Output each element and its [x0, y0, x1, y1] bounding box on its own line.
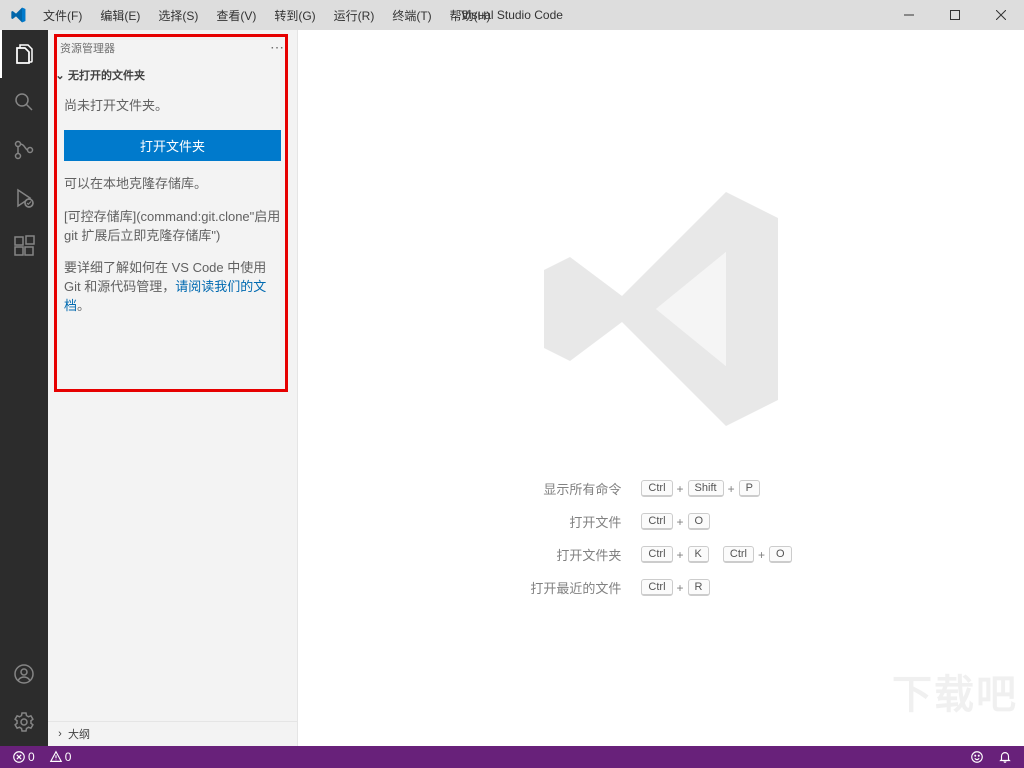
clone-msg: 可以在本地克隆存储库。 — [64, 175, 281, 194]
warning-count: 0 — [65, 750, 72, 764]
show-all-commands-keys: Ctrl+ Shift+ P — [641, 480, 791, 497]
open-recent-keys: Ctrl+ R — [641, 579, 791, 596]
key-o: O — [688, 513, 711, 530]
menu-file[interactable]: 文件(F) — [35, 3, 90, 28]
window-controls — [886, 0, 1024, 30]
statusbar: 0 0 — [0, 746, 1024, 768]
key-ctrl: Ctrl — [641, 480, 672, 497]
open-recent-label: 打开最近的文件 — [530, 578, 621, 597]
activity-explorer-icon[interactable] — [0, 30, 48, 78]
show-all-commands-label: 显示所有命令 — [530, 479, 621, 498]
vscode-logo-icon — [0, 7, 35, 23]
no-folder-section[interactable]: ⌄ 无打开的文件夹 — [48, 65, 297, 85]
menu-view[interactable]: 查看(V) — [208, 3, 264, 28]
chevron-right-icon: › — [52, 728, 68, 740]
activity-run-icon[interactable] — [0, 174, 48, 222]
menu-select[interactable]: 选择(S) — [150, 3, 206, 28]
menubar: 文件(F) 编辑(E) 选择(S) 查看(V) 转到(G) 运行(R) 终端(T… — [35, 3, 498, 28]
maximize-button[interactable] — [932, 0, 978, 30]
error-count: 0 — [28, 750, 35, 764]
titlebar: 文件(F) 编辑(E) 选择(S) 查看(V) 转到(G) 运行(R) 终端(T… — [0, 0, 1024, 30]
open-folder-button[interactable]: 打开文件夹 — [64, 130, 281, 161]
activity-extensions-icon[interactable] — [0, 222, 48, 270]
key-k: K — [688, 546, 709, 563]
open-folder-label: 打开文件夹 — [530, 545, 621, 564]
status-warnings[interactable]: 0 — [45, 750, 76, 764]
open-file-label: 打开文件 — [530, 512, 621, 531]
chevron-down-icon: ⌄ — [52, 69, 68, 82]
open-file-keys: Ctrl+ O — [641, 513, 791, 530]
not-open-msg: 尚未打开文件夹。 — [64, 97, 281, 116]
menu-terminal[interactable]: 终端(T) — [384, 3, 439, 28]
key-ctrl: Ctrl — [641, 579, 672, 596]
git-help-suffix: 。 — [77, 298, 90, 313]
clone-cmd: [可控存储库](command:git.clone"启用 git 扩展后立即克隆… — [64, 208, 281, 246]
open-folder-keys: Ctrl+ K Ctrl+ O — [641, 546, 791, 563]
activity-scm-icon[interactable] — [0, 126, 48, 174]
activitybar — [0, 30, 48, 746]
vscode-watermark-icon — [531, 179, 791, 439]
key-o: O — [769, 546, 792, 563]
menu-run[interactable]: 运行(R) — [326, 3, 383, 28]
sidebar-body: 尚未打开文件夹。 打开文件夹 可以在本地克隆存储库。 [可控存储库](comma… — [48, 85, 297, 346]
main: 资源管理器 ⋯ ⌄ 无打开的文件夹 尚未打开文件夹。 打开文件夹 可以在本地克隆… — [0, 30, 1024, 746]
outline-label: 大纲 — [68, 726, 90, 742]
key-ctrl: Ctrl — [641, 513, 672, 530]
git-help: 要详细了解如何在 VS Code 中使用 Git 和源代码管理，请阅读我们的文档… — [64, 259, 281, 316]
key-r: R — [688, 579, 710, 596]
key-ctrl: Ctrl — [641, 546, 672, 563]
status-feedback-icon[interactable] — [966, 750, 988, 764]
editor-area: 显示所有命令 Ctrl+ Shift+ P 打开文件 Ctrl+ O 打开文件夹… — [298, 30, 1024, 746]
sidebar-header: 资源管理器 ⋯ — [48, 30, 297, 65]
sidebar-more-icon[interactable]: ⋯ — [270, 39, 285, 56]
outline-section[interactable]: › 大纲 — [48, 721, 297, 746]
status-bell-icon[interactable] — [994, 750, 1016, 764]
key-p: P — [739, 480, 760, 497]
shortcuts-panel: 显示所有命令 Ctrl+ Shift+ P 打开文件 Ctrl+ O 打开文件夹… — [530, 479, 791, 597]
status-errors[interactable]: 0 — [8, 750, 39, 764]
key-ctrl: Ctrl — [723, 546, 754, 563]
no-folder-title: 无打开的文件夹 — [68, 67, 145, 83]
activity-search-icon[interactable] — [0, 78, 48, 126]
menu-edit[interactable]: 编辑(E) — [92, 3, 148, 28]
site-watermark: 下载吧 — [892, 662, 1018, 720]
sidebar: 资源管理器 ⋯ ⌄ 无打开的文件夹 尚未打开文件夹。 打开文件夹 可以在本地克隆… — [48, 30, 298, 746]
sidebar-title: 资源管理器 — [60, 40, 115, 56]
minimize-button[interactable] — [886, 0, 932, 30]
key-shift: Shift — [688, 480, 724, 497]
activity-accounts-icon[interactable] — [0, 650, 48, 698]
menu-go[interactable]: 转到(G) — [266, 3, 323, 28]
close-button[interactable] — [978, 0, 1024, 30]
window-title: Visual Studio Code — [461, 8, 563, 22]
activity-settings-icon[interactable] — [0, 698, 48, 746]
